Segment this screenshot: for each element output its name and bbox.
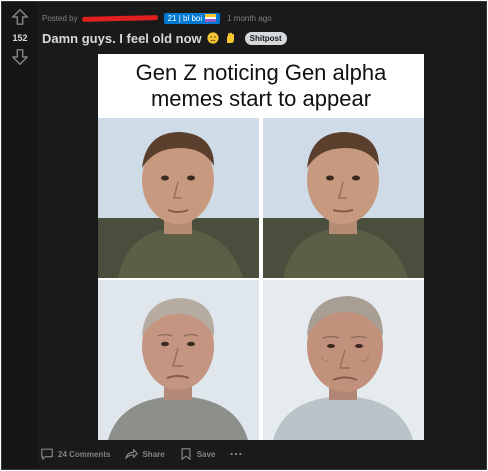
meme-image[interactable]: Gen Z noticing Gen alpha memes start to … (98, 54, 424, 440)
post-title-row: Damn guys. I feel old now Shitpost (42, 29, 287, 47)
meme-caption-line2: memes start to appear (150, 86, 372, 111)
share-icon (125, 449, 139, 459)
flag-icon (205, 14, 217, 22)
post-title[interactable]: Damn guys. I feel old now (42, 31, 202, 46)
meme-panel-young-right (263, 118, 424, 278)
posted-by-label: Posted by (42, 13, 78, 23)
more-icon (230, 452, 242, 456)
redacted-username[interactable] (81, 14, 158, 22)
sad-face-icon (207, 32, 219, 44)
meme-panel-old-right (263, 280, 424, 440)
post-time[interactable]: 1 month ago (227, 14, 271, 23)
comments-label: 24 Comments (58, 449, 111, 459)
share-button[interactable]: Share (124, 447, 165, 461)
comment-icon (41, 448, 53, 460)
hand-icon (226, 32, 234, 43)
vote-column: 152 (2, 2, 38, 469)
meme-panel-old-left (98, 280, 259, 440)
post-tag[interactable]: Shitpost (244, 31, 287, 45)
user-flair-text: 21 | bl boi (167, 13, 203, 23)
vote-count: 152 (12, 33, 28, 43)
meme-caption-line1: Gen Z noticing Gen alpha (135, 60, 387, 85)
downvote-icon[interactable] (11, 48, 29, 66)
user-flair: 21 | bl boi (163, 12, 221, 24)
more-options-button[interactable] (229, 447, 243, 461)
comments-button[interactable]: 24 Comments (40, 447, 110, 461)
share-label: Share (142, 449, 165, 459)
post-card: 152 Posted by 21 | bl boi 1 month ago Da… (1, 1, 487, 470)
post-actions: 24 Comments Share Save (40, 446, 243, 462)
save-icon (181, 448, 191, 460)
save-button[interactable]: Save (179, 447, 216, 461)
meme-caption: Gen Z noticing Gen alpha memes start to … (98, 60, 424, 112)
save-label: Save (196, 449, 216, 459)
meme-panel-young-left (98, 118, 259, 278)
post-meta: Posted by 21 | bl boi 1 month ago (42, 11, 272, 25)
upvote-icon[interactable] (11, 8, 29, 26)
